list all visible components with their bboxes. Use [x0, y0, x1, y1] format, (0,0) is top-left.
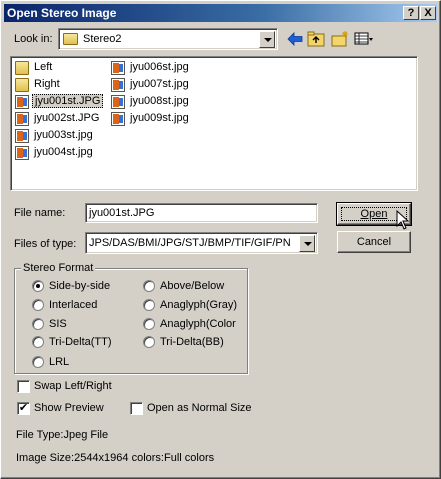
stereo-format-radio[interactable] — [143, 336, 155, 348]
help-button[interactable]: ? — [403, 6, 419, 20]
mouse-cursor-icon — [396, 210, 410, 230]
stereo-format-radio[interactable] — [32, 356, 44, 368]
look-in-label: Look in: — [14, 33, 53, 45]
show-preview-checkbox[interactable]: ✔ — [17, 402, 30, 415]
stereo-format-option-label[interactable]: Side-by-side — [49, 280, 110, 292]
look-in-value: Stereo2 — [83, 33, 122, 45]
stereo-format-option-label[interactable]: SIS — [49, 318, 67, 330]
title-bar[interactable]: Open Stereo Image ? X — [4, 4, 437, 22]
file-list[interactable]: Left Right jyu001st.JPG jyu002st.JPG jyu003s… — [10, 56, 418, 191]
jpg-file-icon — [15, 146, 29, 160]
jpg-file-icon — [15, 129, 29, 143]
file-type-info: File Type:Jpeg File — [16, 429, 109, 441]
stereo-format-option-label[interactable]: Anaglyph(Color — [160, 318, 236, 330]
files-of-type-combo[interactable]: JPS/DAS/BMI/JPG/STJ/BMP/TIF/GIF/PN — [85, 232, 318, 254]
cancel-button-label: Cancel — [356, 236, 392, 248]
chevron-down-icon[interactable] — [259, 31, 275, 48]
stereo-format-radio[interactable] — [32, 299, 44, 311]
image-size-info: Image Size:2544x1964 colors:Full colors — [16, 452, 215, 464]
files-of-type-label: Files of type: — [14, 238, 77, 250]
file-item-label: jyu007st.jpg — [130, 78, 189, 90]
jpg-file-icon — [111, 112, 125, 126]
file-name-label: File name: — [14, 207, 66, 219]
jpg-file-icon — [15, 112, 29, 126]
file-item-label: jyu001st.JPG — [32, 94, 104, 108]
stereo-format-radio[interactable] — [32, 318, 44, 330]
file-item-label: jyu006st.jpg — [130, 61, 189, 73]
close-button[interactable]: X — [420, 6, 436, 20]
jpg-file-icon — [111, 95, 125, 109]
show-preview-label[interactable]: Show Preview — [34, 402, 104, 414]
file-item-label: jyu002st.JPG — [34, 112, 100, 124]
jpg-file-icon — [111, 61, 125, 75]
jpg-file-icon — [111, 78, 125, 92]
file-item-label: jyu008st.jpg — [130, 95, 189, 107]
open-button[interactable]: Open — [336, 202, 412, 230]
stereo-format-radio[interactable] — [32, 336, 44, 348]
swap-left-right-checkbox[interactable] — [17, 380, 30, 393]
look-in-combo[interactable]: Stereo2 — [58, 28, 278, 50]
stereo-format-radio[interactable] — [143, 299, 155, 311]
file-item-label: jyu004st.jpg — [34, 146, 93, 158]
file-item-label: Left — [34, 61, 53, 73]
jpg-file-icon — [15, 95, 29, 109]
view-menu-icon[interactable] — [354, 30, 374, 48]
stereo-format-legend: Stereo Format — [21, 262, 96, 274]
file-item-label: jyu009st.jpg — [130, 112, 189, 124]
file-name-input[interactable]: jyu001st.JPG — [85, 203, 318, 223]
file-item-label: Right — [34, 78, 60, 90]
open-as-normal-size-checkbox[interactable] — [130, 402, 143, 415]
stereo-format-radio[interactable] — [143, 280, 155, 292]
up-folder-icon[interactable] — [306, 30, 326, 48]
stereo-format-option-label[interactable]: Anaglyph(Gray) — [160, 299, 237, 311]
open-stereo-image-dialog: Open Stereo Image ? X Look in: Stereo2 L… — [0, 0, 441, 479]
folder-icon — [15, 78, 29, 92]
cancel-button[interactable]: Cancel — [337, 231, 411, 253]
file-name-value: jyu001st.JPG — [89, 207, 155, 219]
folder-icon — [15, 61, 29, 75]
stereo-format-option-label[interactable]: Interlaced — [49, 299, 97, 311]
new-folder-icon[interactable] — [330, 30, 350, 48]
stereo-format-option-label[interactable]: Tri-Delta(BB) — [160, 336, 224, 348]
window-title: Open Stereo Image — [7, 6, 117, 20]
stereo-format-radio[interactable] — [143, 318, 155, 330]
file-item-label: jyu003st.jpg — [34, 129, 93, 141]
stereo-format-option-label[interactable]: LRL — [49, 356, 69, 368]
stereo-format-radio[interactable] — [32, 280, 44, 292]
folder-icon — [63, 33, 78, 45]
chevron-down-icon[interactable] — [299, 235, 315, 252]
files-of-type-value: JPS/DAS/BMI/JPG/STJ/BMP/TIF/GIF/PN — [89, 237, 291, 249]
open-as-normal-size-label[interactable]: Open as Normal Size — [147, 402, 252, 414]
stereo-format-option-label[interactable]: Above/Below — [160, 280, 224, 292]
back-arrow-icon[interactable] — [285, 30, 305, 48]
swap-left-right-label[interactable]: Swap Left/Right — [34, 380, 112, 392]
stereo-format-option-label[interactable]: Tri-Delta(TT) — [49, 336, 112, 348]
